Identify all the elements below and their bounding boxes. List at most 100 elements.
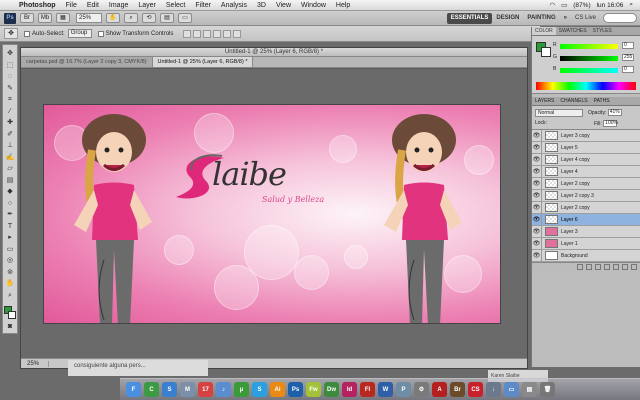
skype-icon[interactable]: S [252,382,267,397]
clone-stamp-tool-icon[interactable]: ⊥ [4,140,16,152]
layer-thumbnail[interactable] [545,143,558,152]
zoom-tool-icon[interactable]: ⌕ [4,290,16,302]
fill-input[interactable]: 100% [603,120,618,127]
dreamweaver-icon[interactable]: Dw [324,382,339,397]
layer-name[interactable]: Layer 1 [561,241,578,247]
path-select-tool-icon[interactable]: ▸ [4,232,16,244]
battery-icon[interactable]: ▭ [558,1,570,9]
background-color-swatch[interactable] [8,311,16,319]
layer-row[interactable]: 👁 Layer 4 copy [532,153,640,166]
layer-name[interactable]: Layer 4 [561,169,578,175]
layer-row[interactable]: 👁 Layer 2 copy 3 [532,189,640,202]
red-value[interactable]: 0 [622,42,634,49]
flash-icon[interactable]: Fl [360,382,375,397]
help-search-input[interactable] [603,13,637,23]
type-tool-icon[interactable]: T [4,221,16,233]
illustrator-icon[interactable]: Ai [270,382,285,397]
tab-paths[interactable]: PATHS [591,97,613,105]
layer-thumbnail[interactable] [545,239,558,248]
3d-rotate-tool-icon[interactable]: ◎ [4,255,16,267]
delete-layer-icon[interactable] [631,264,637,270]
lasso-tool-icon[interactable]: ◌ [4,71,16,83]
layer-visibility-eye-icon[interactable]: 👁 [532,165,542,178]
tab-layers[interactable]: LAYERS [532,97,557,105]
layer-visibility-eye-icon[interactable]: 👁 [532,237,542,250]
arrange-documents-button[interactable]: ▤ [160,13,174,23]
new-group-icon[interactable] [613,264,619,270]
healing-brush-tool-icon[interactable]: ✚ [4,117,16,129]
zoom-tool-button[interactable]: ⌕ [124,13,138,23]
cs-live-button[interactable]: CS Live [571,15,600,21]
eyedropper-tool-icon[interactable]: ⁄ [4,106,16,118]
menu-view[interactable]: View [271,2,296,9]
layer-row[interactable]: 👁 Layer 3 copy [532,129,640,142]
clock[interactable]: lun 16:06 [594,2,627,9]
move-tool-preset-icon[interactable]: ✥ [4,28,18,39]
layer-visibility-eye-icon[interactable]: 👁 [532,189,542,202]
office-icon[interactable]: W [378,382,393,397]
layer-visibility-eye-icon[interactable]: 👁 [532,177,542,190]
safari-icon[interactable]: S [162,382,177,397]
cs-icon[interactable]: CS [468,382,483,397]
dodge-tool-icon[interactable]: ○ [4,198,16,210]
layer-name[interactable]: Layer 3 [561,229,578,235]
layer-row[interactable]: 👁 Layer 6 [532,213,640,226]
layer-visibility-eye-icon[interactable]: 👁 [532,141,542,154]
menu-image[interactable]: Image [104,2,133,9]
layer-visibility-eye-icon[interactable]: 👁 [532,201,542,214]
layer-name[interactable]: Layer 2 copy [561,181,590,187]
layer-thumbnail[interactable] [545,203,558,212]
layer-row[interactable]: 👁 Layer 5 [532,141,640,154]
calendar-icon[interactable]: 17 [198,382,213,397]
layer-thumbnail[interactable] [545,179,558,188]
brush-tool-icon[interactable]: ✐ [4,129,16,141]
rotate-view-button[interactable]: ⟲ [142,13,156,23]
layer-style-icon[interactable] [586,264,592,270]
layer-row[interactable]: 👁 Layer 1 [532,237,640,250]
layer-name[interactable]: Background [561,253,588,259]
blue-slider[interactable]: B 0 [553,66,634,73]
hand-tool-button[interactable]: ✋ [106,13,120,23]
workspace-essentials[interactable]: ESSENTIALS [446,12,493,24]
move-tool-icon[interactable]: ✥ [4,48,16,60]
menu-window[interactable]: Window [296,2,331,9]
mail-icon[interactable]: M [180,382,195,397]
history-brush-tool-icon[interactable]: ✍ [4,152,16,164]
layer-name[interactable]: Layer 6 [561,217,578,223]
bridge-icon[interactable]: Br [450,382,465,397]
color-spectrum-bar[interactable] [536,82,636,90]
screen-mode-button[interactable]: ▭ [178,13,192,23]
status-zoom[interactable]: 25% [27,360,49,367]
adjustment-layer-icon[interactable] [604,264,610,270]
layer-row[interactable]: 👁 Layer 2 copy [532,201,640,214]
preferences-icon[interactable]: ⚙ [414,382,429,397]
auto-select-checkbox[interactable]: Auto-Select: [24,30,65,37]
spotlight-icon[interactable]: ⌕ [626,1,636,9]
layer-thumbnail[interactable] [545,251,558,260]
layer-name[interactable]: Layer 4 copy [561,157,590,163]
layer-name[interactable]: Layer 3 copy [561,133,590,139]
align-top-icon[interactable] [183,29,192,38]
view-extras-button[interactable]: ▦ [56,13,70,23]
layer-name[interactable]: Layer 2 copy 3 [561,193,594,199]
green-value[interactable]: 255 [622,54,634,61]
eraser-tool-icon[interactable]: ▱ [4,163,16,175]
workspace-painting[interactable]: PAINTING [523,13,559,24]
tab-color[interactable]: COLOR [532,27,556,35]
layer-visibility-eye-icon[interactable]: 👁 [532,213,542,226]
menu-layer[interactable]: Layer [133,2,161,9]
transform-controls-box[interactable] [97,30,104,37]
workspace-design[interactable]: DESIGN [492,13,523,24]
layer-name[interactable]: Layer 2 copy [561,205,590,211]
layer-name[interactable]: Layer 5 [561,145,578,151]
link-layers-icon[interactable] [577,264,583,270]
blur-tool-icon[interactable]: ◆ [4,186,16,198]
align-bottom-icon[interactable] [203,29,212,38]
quick-mask-icon[interactable]: ◙ [4,321,16,333]
auto-select-box[interactable] [24,30,30,37]
tab-carpetas[interactable]: carpetas.psd @ 16.7% (Layer 2 copy 3, CM… [21,57,153,67]
align-right-icon[interactable] [233,29,242,38]
menu-select[interactable]: Select [161,2,190,9]
fireworks-icon[interactable]: Fw [306,382,321,397]
layer-thumbnail[interactable] [545,167,558,176]
